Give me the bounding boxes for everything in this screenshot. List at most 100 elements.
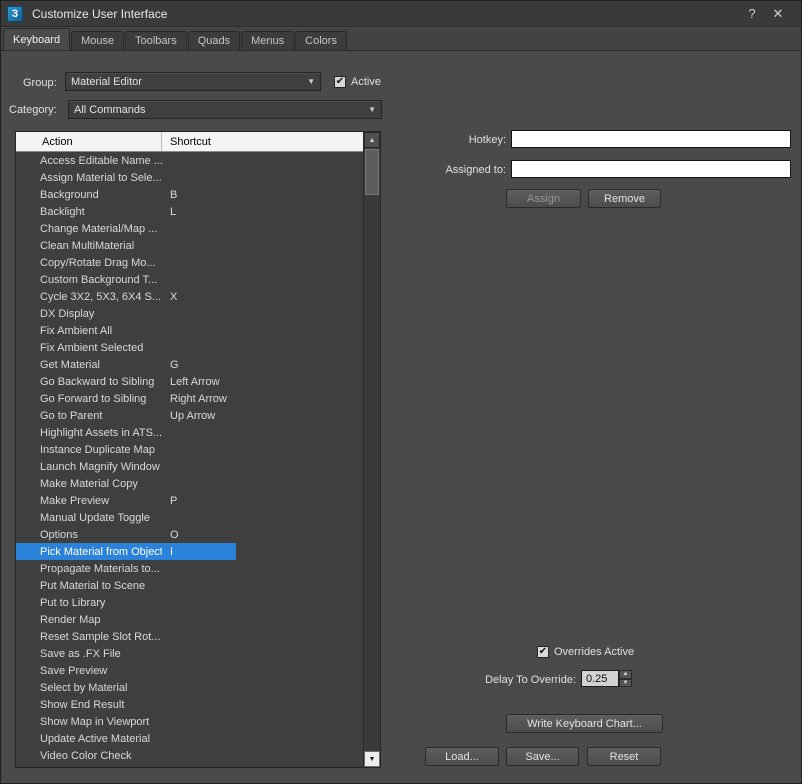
hotkey-label: Hotkey:: [468, 134, 506, 146]
table-row[interactable]: Backlight L: [16, 203, 363, 220]
action-cell: Go Backward to Sibling: [40, 375, 155, 388]
action-cell: Fix Ambient Selected: [40, 341, 144, 354]
scroll-down-icon[interactable]: ▼: [364, 751, 380, 767]
delay-value[interactable]: 0.25: [581, 670, 619, 687]
write-keyboard-chart-button[interactable]: Write Keyboard Chart...: [506, 714, 663, 733]
delay-label: Delay To Override:: [485, 674, 576, 686]
table-row[interactable]: Launch Magnify Window: [16, 458, 363, 475]
spinner-up-icon[interactable]: ▲: [619, 670, 632, 679]
column-header-action: Action: [16, 132, 162, 151]
load-button[interactable]: Load...: [425, 747, 499, 766]
close-button[interactable]: ✕: [765, 4, 791, 24]
action-cell: Make Material Copy: [40, 477, 138, 490]
table-row[interactable]: Render Map: [16, 611, 363, 628]
action-cell: Launch Magnify Window: [40, 460, 160, 473]
tab-toolbars[interactable]: Toolbars: [125, 31, 187, 50]
shortcut-cell: Right Arrow: [170, 392, 227, 405]
tab-keyboard[interactable]: Keyboard: [3, 28, 71, 50]
table-row[interactable]: DX Display: [16, 305, 363, 322]
checkbox-icon: [334, 76, 346, 88]
scroll-up-icon[interactable]: ▲: [364, 132, 380, 148]
spinner-down-icon[interactable]: ▼: [619, 678, 632, 687]
reset-button[interactable]: Reset: [587, 747, 661, 766]
action-cell: Put to Library: [40, 596, 106, 609]
table-row[interactable]: Show Map in Viewport: [16, 713, 363, 730]
action-cell: Reset Sample Slot Rot...: [40, 630, 161, 643]
shortcut-cell: Left Arrow: [170, 375, 220, 388]
scrollbar-thumb[interactable]: [365, 149, 379, 195]
table-row[interactable]: Highlight Assets in ATS...: [16, 424, 363, 441]
table-row[interactable]: Instance Duplicate Map: [16, 441, 363, 458]
tab-mouse[interactable]: Mouse: [71, 31, 125, 50]
chevron-down-icon: ▼: [307, 77, 315, 86]
assign-button[interactable]: Assign: [506, 189, 581, 208]
action-cell: Save Preview: [40, 664, 108, 677]
table-row[interactable]: Change Material/Map ...: [16, 220, 363, 237]
table-row[interactable]: Clean MultiMaterial: [16, 237, 363, 254]
table-row[interactable]: Go to Parent Up Arrow: [16, 407, 363, 424]
table-row[interactable]: Propagate Materials to...: [16, 560, 363, 577]
table-row[interactable]: Go Backward to Sibling Left Arrow: [16, 373, 363, 390]
shortcut-cell: L: [170, 205, 177, 218]
table-row[interactable]: Update Active Material: [16, 730, 363, 747]
action-cell: Fix Ambient All: [40, 324, 113, 337]
save-button[interactable]: Save...: [506, 747, 579, 766]
action-cell: Go Forward to Sibling: [40, 392, 147, 405]
table-row[interactable]: Video Color Check: [16, 747, 363, 764]
table-row[interactable]: Make Preview P: [16, 492, 363, 509]
action-cell: Make Preview: [40, 494, 110, 507]
table-row[interactable]: Save Preview: [16, 662, 363, 679]
action-cell: Highlight Assets in ATS...: [40, 426, 162, 439]
hotkey-input[interactable]: [511, 130, 791, 148]
tab-bar: Keyboard Mouse Toolbars Quads Menus Colors: [1, 28, 801, 51]
tab-colors[interactable]: Colors: [295, 31, 347, 50]
table-row[interactable]: Fix Ambient All: [16, 322, 363, 339]
action-cell: Render Map: [40, 613, 101, 626]
table-row[interactable]: Show End Result: [16, 696, 363, 713]
tab-quads[interactable]: Quads: [187, 31, 241, 50]
table-row[interactable]: Copy/Rotate Drag Mo...: [16, 254, 363, 271]
table-row[interactable]: Get Material G: [16, 356, 363, 373]
action-cell: Options: [40, 528, 78, 541]
active-checkbox-label: Active: [351, 76, 381, 88]
help-button[interactable]: ?: [739, 4, 765, 24]
table-row[interactable]: Custom Background T...: [16, 271, 363, 288]
table-row[interactable]: Select by Material: [16, 679, 363, 696]
action-cell: Change Material/Map ...: [40, 222, 158, 235]
table-row[interactable]: Pick Material from Object I: [16, 543, 363, 560]
table-row[interactable]: Assign Material to Sele...: [16, 169, 363, 186]
table-row[interactable]: Put to Library: [16, 594, 363, 611]
shortcut-cell: P: [170, 494, 178, 507]
overrides-active-label: Overrides Active: [554, 646, 635, 658]
category-dropdown[interactable]: All Commands ▼: [68, 100, 382, 119]
action-cell: Access Editable Name ...: [40, 154, 162, 167]
table-row[interactable]: Fix Ambient Selected: [16, 339, 363, 356]
action-cell: Assign Material to Sele...: [40, 171, 162, 184]
action-cell: Update Active Material: [40, 732, 151, 745]
table-row[interactable]: Background B: [16, 186, 363, 203]
table-row[interactable]: Access Editable Name ...: [16, 152, 363, 169]
window-title: Customize User Interface: [32, 6, 168, 21]
remove-button[interactable]: Remove: [588, 189, 661, 208]
table-row[interactable]: Save as .FX File: [16, 645, 363, 662]
action-cell: Video Color Check: [40, 749, 132, 762]
vertical-scrollbar[interactable]: ▲ ▼: [363, 132, 380, 767]
table-row[interactable]: Put Material to Scene: [16, 577, 363, 594]
action-cell: Clean MultiMaterial: [40, 239, 135, 252]
action-cell: Manual Update Toggle: [40, 511, 150, 524]
table-row[interactable]: Cycle 3X2, 5X3, 6X4 S... X: [16, 288, 363, 305]
table-row[interactable]: Go Forward to Sibling Right Arrow: [16, 390, 363, 407]
group-dropdown[interactable]: Material Editor ▼: [65, 72, 321, 91]
overrides-active-checkbox[interactable]: Overrides Active: [537, 646, 634, 658]
action-cell: Instance Duplicate Map: [40, 443, 155, 456]
table-row[interactable]: Options O: [16, 526, 363, 543]
action-cell: Show End Result: [40, 698, 125, 711]
shortcut-cell: Up Arrow: [170, 409, 216, 422]
table-row[interactable]: Make Material Copy: [16, 475, 363, 492]
table-row[interactable]: Manual Update Toggle: [16, 509, 363, 526]
table-row[interactable]: Reset Sample Slot Rot...: [16, 628, 363, 645]
active-checkbox[interactable]: Active: [334, 76, 381, 88]
assigned-to-input[interactable]: [511, 160, 791, 178]
tab-menus[interactable]: Menus: [241, 31, 295, 50]
delay-spinner[interactable]: 0.25 ▲ ▼: [581, 670, 632, 687]
